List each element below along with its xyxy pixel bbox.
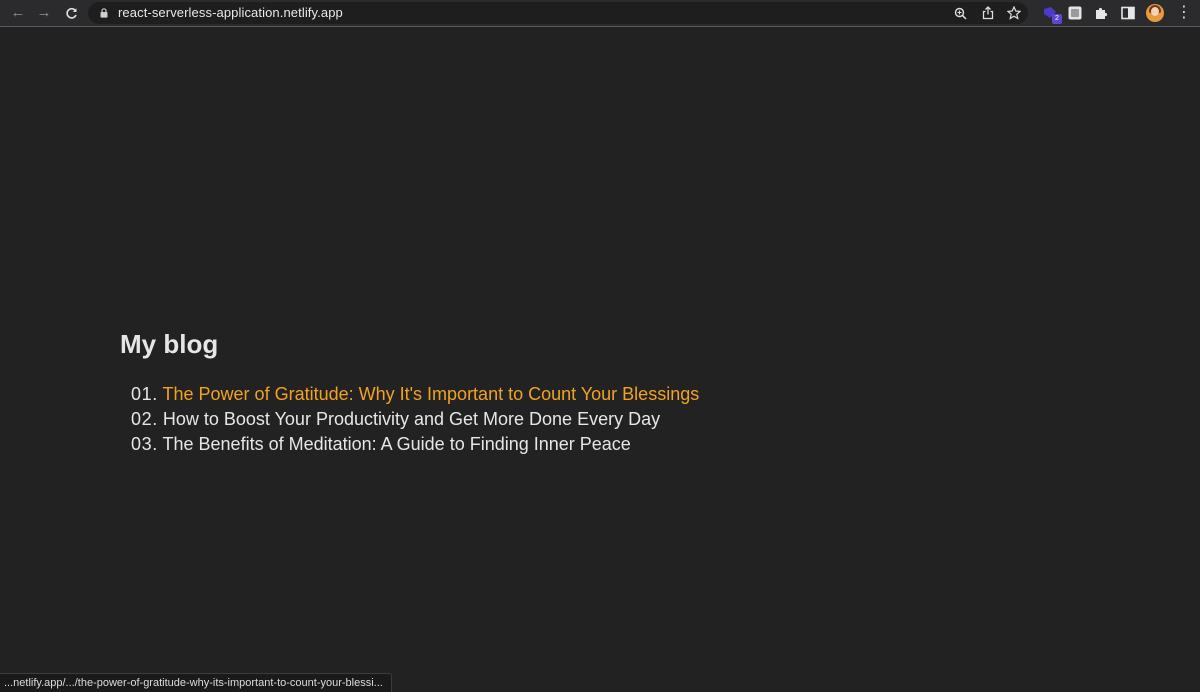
kebab-menu-icon[interactable]: ⋮	[1176, 3, 1192, 23]
post-number: 03.	[131, 434, 158, 454]
lock-icon[interactable]	[100, 8, 108, 18]
post-link[interactable]: 02. How to Boost Your Productivity and G…	[131, 407, 1020, 432]
extension-icon[interactable]	[1066, 4, 1084, 22]
profile-avatar[interactable]	[1146, 4, 1164, 22]
star-icon[interactable]	[1006, 5, 1022, 21]
post-title[interactable]: How to Boost Your Productivity and Get M…	[163, 409, 660, 429]
post-number: 02.	[131, 409, 158, 429]
puzzle-icon[interactable]	[1092, 4, 1110, 22]
back-arrow-icon[interactable]: ←	[9, 4, 27, 22]
post-link[interactable]: 03. The Benefits of Meditation: A Guide …	[131, 432, 1020, 457]
post-title[interactable]: The Benefits of Meditation: A Guide to F…	[163, 434, 631, 454]
blog-content: My blog 01. The Power of Gratitude: Why …	[120, 328, 1020, 457]
extension-icon[interactable]: 2	[1041, 4, 1062, 24]
post-list: 01. The Power of Gratitude: Why It's Imp…	[120, 382, 1020, 457]
browser-toolbar: ← → react-serverless-application.netlify…	[0, 0, 1200, 27]
side-panel-icon[interactable]	[1119, 4, 1137, 22]
reload-icon[interactable]	[62, 4, 80, 22]
page-title: My blog	[120, 329, 219, 359]
avatar-face	[1151, 7, 1159, 16]
post-number: 01.	[131, 384, 158, 404]
extension-badge: 2	[1052, 14, 1062, 24]
url-text[interactable]: react-serverless-application.netlify.app	[118, 6, 343, 20]
post-link[interactable]: 01. The Power of Gratitude: Why It's Imp…	[131, 382, 1020, 407]
address-bar[interactable]: react-serverless-application.netlify.app	[88, 2, 1028, 24]
share-icon[interactable]	[980, 5, 996, 21]
status-url-bubble: ...netlify.app/.../the-power-of-gratitud…	[0, 673, 392, 692]
post-title[interactable]: The Power of Gratitude: Why It's Importa…	[163, 384, 700, 404]
forward-arrow-icon[interactable]: →	[35, 4, 53, 22]
zoom-icon[interactable]	[952, 5, 968, 21]
